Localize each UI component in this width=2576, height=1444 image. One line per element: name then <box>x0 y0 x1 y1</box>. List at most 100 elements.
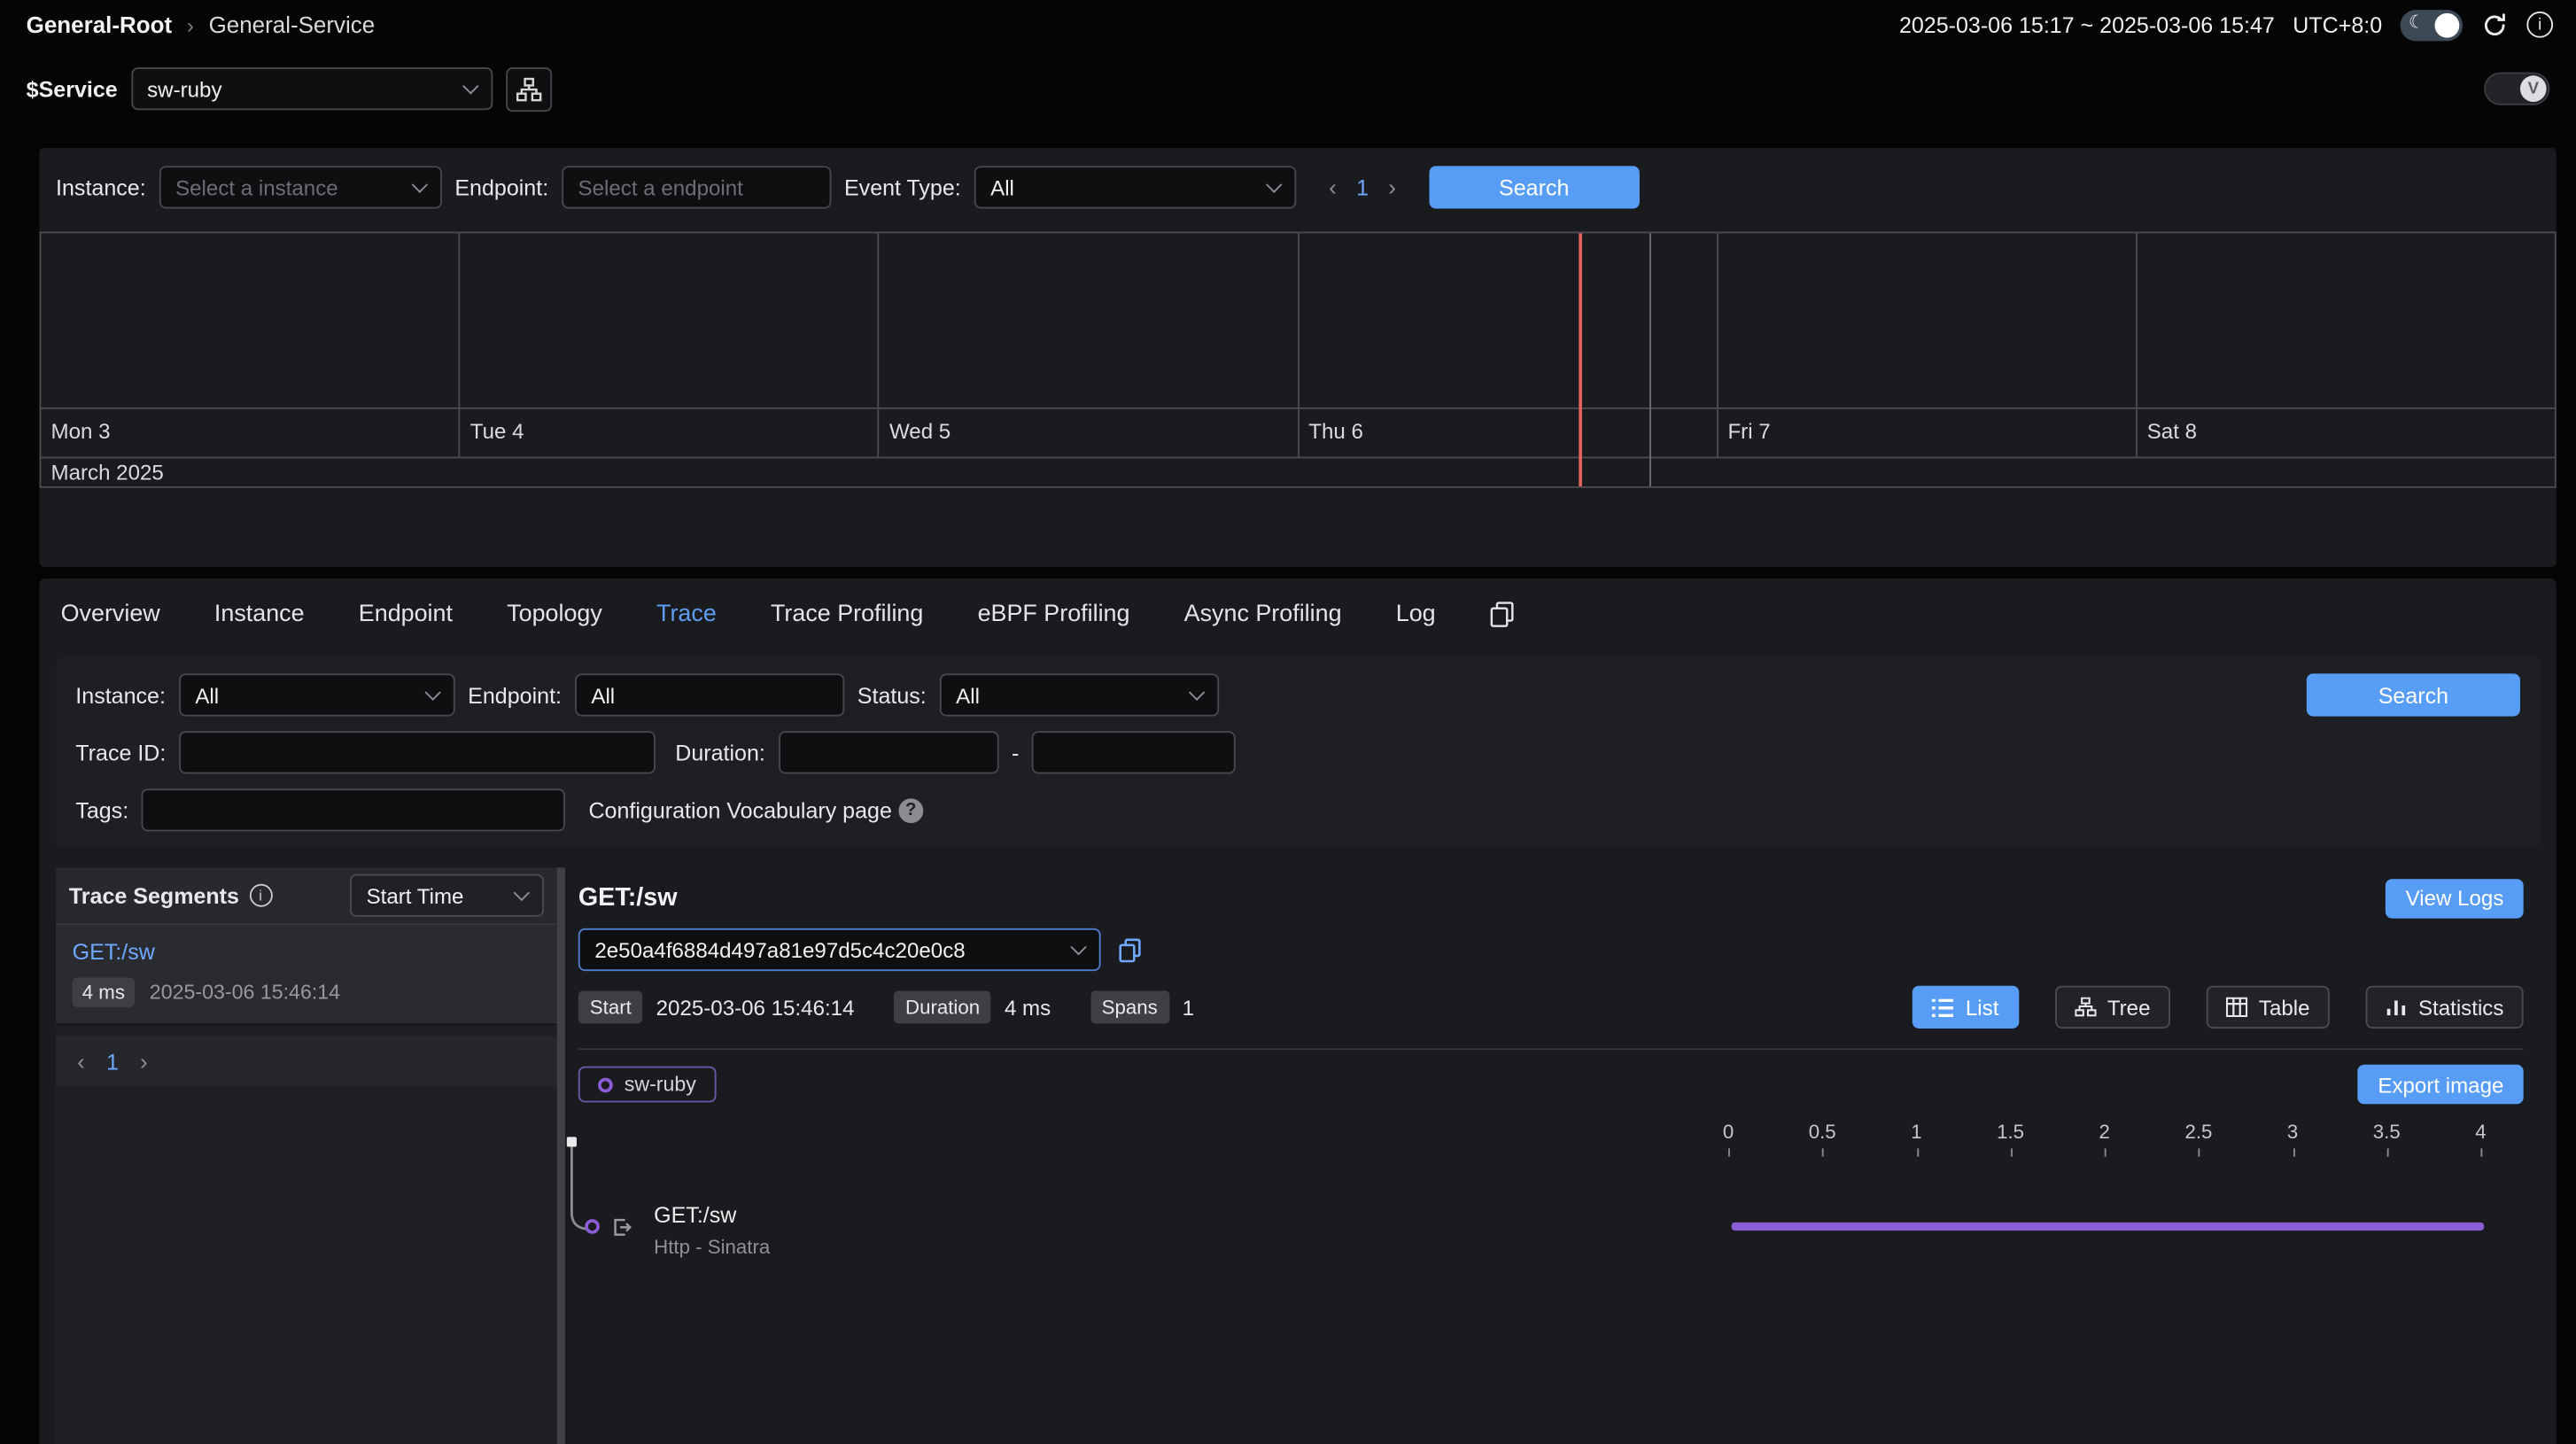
tab-log[interactable]: Log <box>1396 602 1436 628</box>
refresh-icon[interactable] <box>2480 11 2509 39</box>
service-topology-button[interactable] <box>505 66 551 111</box>
event-type-value: All <box>990 175 1014 200</box>
calendar-cell <box>41 233 460 408</box>
segment-endpoint-name[interactable]: GET:/sw <box>73 940 541 965</box>
calendar-cell <box>1718 233 2137 408</box>
tags-input[interactable] <box>142 788 565 831</box>
axis-tick-label: 0 <box>1723 1121 1734 1144</box>
view-statistics-button[interactable]: Statistics <box>2366 986 2524 1029</box>
tab-async-profiling[interactable]: Async Profiling <box>1184 602 1342 628</box>
segments-page-number[interactable]: 1 <box>106 1049 119 1074</box>
version-toggle[interactable]: V <box>2484 73 2549 105</box>
copy-trace-id-icon[interactable] <box>1119 937 1142 962</box>
help-icon[interactable]: ? <box>898 797 923 822</box>
calendar-day-label: Sat 8 <box>2138 409 2555 457</box>
breadcrumb: General-Root › General-Service <box>27 12 376 38</box>
axis-tick-label: 2.5 <box>2184 1121 2212 1144</box>
sitemap-icon <box>516 76 542 101</box>
event-instance-select[interactable]: Select a instance <box>159 166 442 208</box>
segments-sort-select[interactable]: Start Time <box>350 874 544 917</box>
event-endpoint-select[interactable]: Select a endpoint <box>562 166 831 208</box>
trace-endpoint-label: Endpoint: <box>468 683 562 708</box>
trace-id-value: 2e50a4f6884d497a81e97d5c4c20e0c8 <box>594 937 965 962</box>
chevron-down-icon <box>1266 176 1282 192</box>
list-icon <box>1933 998 1954 1016</box>
axis-tick-mark <box>2011 1148 2013 1156</box>
span-node-icon[interactable] <box>585 1219 600 1234</box>
view-list-label: List <box>1966 995 1999 1020</box>
span-duration-bar[interactable] <box>1732 1223 2484 1231</box>
breadcrumb-root[interactable]: General-Root <box>27 12 172 38</box>
service-bar: $Service sw-ruby V <box>0 50 2576 128</box>
span-timeline-canvas: 0 0.5 1 1.5 2 2.5 3 3.5 4 <box>578 1117 2524 1423</box>
event-timeline-chart[interactable]: Mon 3 Tue 4 Wed 5 Thu 6 Fri 7 Sat 8 Marc… <box>40 231 2557 487</box>
event-type-label: Event Type: <box>844 175 961 200</box>
info-icon[interactable]: i <box>2526 12 2553 38</box>
timezone-label: UTC+8:0 <box>2293 12 2382 37</box>
theme-toggle-knob <box>2435 12 2460 37</box>
view-table-button[interactable]: Table <box>2207 986 2330 1029</box>
info-icon[interactable]: i <box>249 884 272 907</box>
segments-empty-area <box>56 1086 557 1444</box>
service-select-value: sw-ruby <box>147 76 221 101</box>
trace-instance-value: All <box>195 683 219 708</box>
view-tree-button[interactable]: Tree <box>2054 986 2169 1029</box>
service-legend-pill[interactable]: sw-ruby <box>578 1067 716 1103</box>
segments-sort-value: Start Time <box>367 883 464 908</box>
trace-detail-panel: GET:/sw View Logs 2e50a4f6884d497a81e97d… <box>565 867 2540 1444</box>
trace-segment-item[interactable]: GET:/sw 4 ms 2025-03-06 15:46:14 <box>56 923 557 1025</box>
span-endpoint-name[interactable]: GET:/sw <box>654 1203 736 1228</box>
duration-max-input[interactable] <box>1032 731 1236 773</box>
tab-trace-profiling[interactable]: Trace Profiling <box>771 602 923 628</box>
breadcrumb-separator-icon: › <box>187 12 194 37</box>
trace-id-input[interactable] <box>179 731 656 773</box>
theme-toggle[interactable]: ☾ <box>2401 9 2463 40</box>
trace-meta-row: Start 2025-03-06 15:46:14 Duration 4 ms … <box>578 986 2524 1029</box>
calendar-day-label: Wed 5 <box>880 409 1299 457</box>
event-prev-page-button[interactable]: ‹ <box>1329 175 1337 201</box>
chevron-down-icon <box>462 78 477 94</box>
view-list-button[interactable]: List <box>1913 986 2019 1029</box>
event-instance-placeholder: Select a instance <box>175 175 338 200</box>
tab-overview[interactable]: Overview <box>61 602 160 628</box>
segments-prev-page-button[interactable]: ‹ <box>77 1048 85 1075</box>
vocabulary-link[interactable]: Configuration Vocabulary page ? <box>588 797 923 822</box>
tab-endpoint[interactable]: Endpoint <box>359 602 453 628</box>
service-select[interactable]: sw-ruby <box>131 67 493 110</box>
trace-filter-row-1: Instance: All Endpoint: All Status: All … <box>75 673 2520 716</box>
trace-search-button[interactable]: Search <box>2307 673 2520 716</box>
trace-instance-select[interactable]: All <box>179 673 455 716</box>
trace-status-select[interactable]: All <box>940 673 1219 716</box>
collapse-children-icon[interactable] <box>613 1217 632 1237</box>
trace-segments-header: Trace Segments i Start Time <box>56 867 557 923</box>
event-page-number[interactable]: 1 <box>1356 175 1369 200</box>
duration-separator: - <box>1012 740 1019 765</box>
view-logs-button[interactable]: View Logs <box>2386 878 2523 918</box>
trace-id-select[interactable]: 2e50a4f6884d497a81e97d5c4c20e0c8 <box>578 928 1101 971</box>
axis-tick-mark <box>2199 1148 2200 1156</box>
span-list-section: sw-ruby Export image 0 0.5 1 1.5 2 2.5 3 <box>578 1048 2524 1423</box>
duration-min-input[interactable] <box>779 731 999 773</box>
tree-icon <box>2075 998 2096 1017</box>
event-type-select[interactable]: All <box>974 166 1297 208</box>
breadcrumb-current[interactable]: General-Service <box>209 12 376 38</box>
trace-endpoint-input[interactable]: All <box>575 673 844 716</box>
export-image-button[interactable]: Export image <box>2358 1065 2524 1105</box>
moon-icon: ☾ <box>2409 12 2425 36</box>
trace-body: Trace Segments i Start Time GET:/sw 4 ms… <box>56 867 2540 1444</box>
segments-next-page-button[interactable]: › <box>140 1048 148 1075</box>
tab-trace[interactable]: Trace <box>656 602 717 628</box>
copy-pages-icon[interactable] <box>1490 602 1515 628</box>
trace-status-label: Status: <box>857 683 927 708</box>
service-ring-icon <box>598 1077 613 1092</box>
time-range-picker[interactable]: 2025-03-06 15:17 ~ 2025-03-06 15:47 <box>1899 12 2275 37</box>
tab-instance[interactable]: Instance <box>214 602 305 628</box>
header-controls: 2025-03-06 15:17 ~ 2025-03-06 15:47 UTC+… <box>1899 9 2553 40</box>
event-search-button[interactable]: Search <box>1429 166 1639 208</box>
panel-resizer-handle[interactable] <box>557 867 565 1444</box>
event-next-page-button[interactable]: › <box>1388 175 1396 201</box>
axis-tick-label: 1 <box>1911 1121 1921 1144</box>
tab-ebpf-profiling[interactable]: eBPF Profiling <box>978 602 1130 628</box>
tab-topology[interactable]: Topology <box>507 602 602 628</box>
spans-value: 1 <box>1183 995 1194 1020</box>
